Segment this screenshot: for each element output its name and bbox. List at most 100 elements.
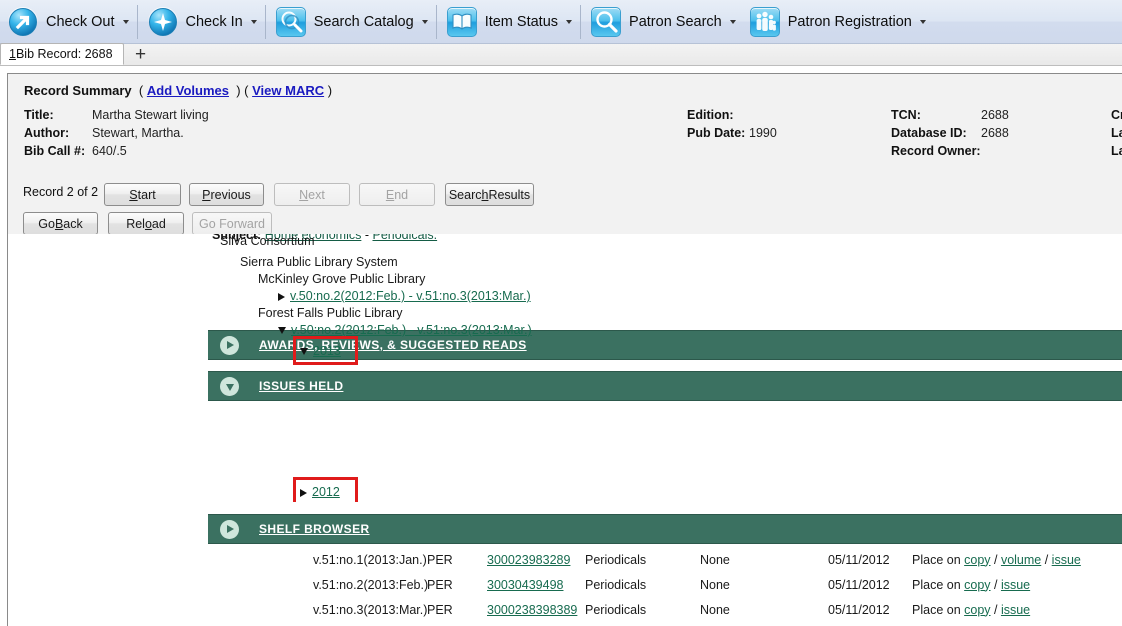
- hold-link-copy[interactable]: copy: [964, 578, 990, 592]
- section-label: SHELF BROWSER: [259, 522, 370, 536]
- cell-shelving-location: Periodicals: [585, 553, 700, 567]
- link-sep: /: [991, 578, 1001, 592]
- go-forward-button[interactable]: Go Forward: [192, 212, 272, 235]
- toolbar-group-patron: Patron Search Patron Registration: [583, 0, 932, 44]
- cell-holdable: Place on copy / issue: [912, 578, 1102, 592]
- new-tab-button[interactable]: +: [130, 44, 152, 65]
- cell-holdable: Place on copy / issue: [912, 603, 1102, 617]
- summary-row-tcn: TCN: 2688: [891, 106, 1009, 124]
- field-value: 640/.5: [92, 142, 127, 160]
- toolbar-button-item-status[interactable]: Item Status: [447, 2, 572, 42]
- cell-barcode[interactable]: 30030439498: [487, 578, 585, 592]
- barcode-link[interactable]: 30030439498: [487, 578, 563, 592]
- hold-link-issue[interactable]: issue: [1052, 553, 1081, 567]
- issues-held-section[interactable]: ISSUES HELD: [208, 371, 1122, 401]
- cell-create-date: 05/11/2012: [828, 578, 912, 592]
- field-label: TCN:: [891, 106, 981, 124]
- chevron-down-icon[interactable]: [123, 20, 129, 24]
- go-back-button[interactable]: Go Back: [23, 212, 98, 235]
- cell-barcode[interactable]: 3000238398389: [487, 603, 585, 617]
- start-button[interactable]: Start: [104, 183, 181, 206]
- barcode-link[interactable]: 3000238398389: [487, 603, 577, 617]
- record-navigation: Record 2 of 2 Start Previous Next End Se…: [8, 174, 1122, 234]
- summary-row-author: Author: Stewart, Martha.: [24, 124, 209, 142]
- chevron-down-icon[interactable]: [566, 20, 572, 24]
- hold-link-issue[interactable]: issue: [1001, 603, 1030, 617]
- summary-row-title: Title: Martha Stewart living: [24, 106, 209, 124]
- field-value: 1990: [749, 124, 777, 142]
- paren-mid: ) (: [236, 83, 248, 98]
- subject-dash: -: [361, 234, 372, 242]
- cell-barcode[interactable]: 300023983289: [487, 553, 585, 567]
- tab-bib-record-2688[interactable]: 1 Bib Record: 2688: [0, 43, 124, 65]
- end-button[interactable]: End: [359, 183, 435, 206]
- summary-column-identifiers: TCN: 2688 Database ID: 2688 Record Owner…: [891, 106, 1009, 160]
- toolbar-label: Item Status: [485, 14, 558, 30]
- toolbar-button-patron-registration[interactable]: Patron Registration: [750, 2, 926, 42]
- field-label: Pub Date:: [687, 124, 749, 142]
- hold-link-copy[interactable]: copy: [964, 553, 990, 567]
- field-label: Last Edit Date:: [1111, 124, 1122, 142]
- highlight-box-2013: [293, 336, 358, 365]
- paren-close: ): [328, 83, 332, 98]
- collapse-down-icon[interactable]: [220, 377, 239, 396]
- tree-node-year-2013[interactable]: 2013: [8, 344, 341, 359]
- chevron-down-icon[interactable]: [730, 20, 736, 24]
- tree-node-mckinley-volume-range[interactable]: v.50:no.2(2012:Feb.) - v.51:no.3(2013:Ma…: [8, 289, 531, 304]
- tree-node-label: McKinley Grove Public Library: [258, 272, 425, 287]
- toolbar-button-search-catalog[interactable]: Search Catalog: [276, 2, 428, 42]
- barcode-link[interactable]: 300023983289: [487, 553, 570, 567]
- table-row[interactable]: v.51:no.3(2013:Mar.) PER 3000238398389 P…: [297, 597, 1122, 622]
- cell-call-number: PER: [427, 553, 487, 567]
- tree-node-forest-falls-public-library: Forest Falls Public Library: [8, 306, 403, 321]
- chevron-down-icon[interactable]: [920, 20, 926, 24]
- add-volumes-link[interactable]: Add Volumes: [147, 83, 229, 98]
- hold-link-copy[interactable]: copy: [964, 603, 990, 617]
- toolbar-button-patron-search[interactable]: Patron Search: [591, 2, 736, 42]
- link-sep: /: [1041, 553, 1051, 567]
- table-row[interactable]: v.51:no.1(2013:Jan.) PER 300023983289 Pe…: [297, 547, 1122, 572]
- chevron-down-icon[interactable]: [422, 20, 428, 24]
- summary-row-edition: Edition:: [687, 106, 777, 124]
- tree-node-year-2012[interactable]: 2012: [8, 485, 340, 500]
- tree-node-label: Sierra Public Library System: [240, 255, 398, 270]
- chevron-down-icon[interactable]: [251, 20, 257, 24]
- search-results-button[interactable]: Search Results: [445, 183, 534, 206]
- record-summary-heading: Record Summary ( Add Volumes ) ( View MA…: [24, 83, 1122, 98]
- cell-shelving-location: Periodicals: [585, 578, 700, 592]
- previous-button[interactable]: Previous: [189, 183, 264, 206]
- toolbar-divider: [265, 5, 266, 39]
- toolbar-divider: [580, 5, 581, 39]
- reload-button[interactable]: Reload: [108, 212, 184, 235]
- field-value: Martha Stewart living: [92, 106, 209, 124]
- next-button[interactable]: Next: [274, 183, 350, 206]
- field-value: 2688: [981, 106, 1009, 124]
- expand-right-icon[interactable]: [278, 293, 285, 301]
- field-value: 2688: [981, 124, 1009, 142]
- table-row[interactable]: v.51:no.2(2013:Feb.) PER 30030439498 Per…: [297, 572, 1122, 597]
- field-label: Title:: [24, 106, 92, 124]
- hold-prefix: Place on: [912, 578, 964, 592]
- tree-node-link[interactable]: v.50:no.2(2012:Feb.) - v.51:no.3(2013:Ma…: [290, 289, 531, 304]
- subject-link-periodicals[interactable]: Periodicals.: [372, 234, 437, 242]
- collapse-down-icon[interactable]: [278, 327, 286, 334]
- toolbar-button-check-out[interactable]: Check Out: [8, 2, 129, 42]
- cell-call-number: PER: [427, 603, 487, 617]
- field-label: Edition:: [687, 106, 749, 124]
- summary-row-last-edit-person: Last Edit Person:: [1111, 142, 1122, 160]
- main-toolbar: Check Out Check In: [0, 0, 1122, 44]
- hold-link-volume[interactable]: volume: [1001, 553, 1041, 567]
- record-detail-scroll-area: Subject: Home economics - Periodicals. A…: [8, 234, 1122, 626]
- toolbar-button-check-in[interactable]: Check In: [148, 2, 257, 42]
- expand-right-icon[interactable]: [220, 520, 239, 539]
- tree-node-forest-falls-volume-range[interactable]: v.50:no.2(2012:Feb.) - v.51:no.3(2013:Ma…: [8, 323, 532, 338]
- shelf-browser-section[interactable]: SHELF BROWSER: [208, 514, 1122, 544]
- hold-link-issue[interactable]: issue: [1001, 578, 1030, 592]
- hold-prefix: Place on: [912, 603, 964, 617]
- link-sep: /: [991, 603, 1001, 617]
- view-marc-link[interactable]: View MARC: [252, 83, 324, 98]
- toolbar-divider: [137, 5, 138, 39]
- cell-issue-label: v.51:no.3(2013:Mar.): [297, 603, 427, 617]
- checkout-arrow-icon: [8, 7, 38, 37]
- summary-row-database-id: Database ID: 2688: [891, 124, 1009, 142]
